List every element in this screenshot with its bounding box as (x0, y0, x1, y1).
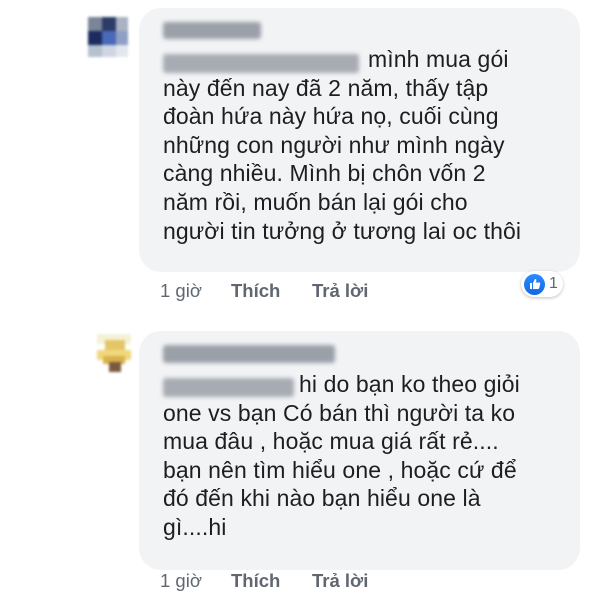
comment-bubble: hi do bạn ko theo giỏi one vs bạn Có bán… (139, 331, 580, 570)
comment-line: những con người như mình ngày (163, 131, 505, 158)
comment-line: đó đến khi nào bạn hiểu one là (163, 485, 481, 512)
commenter-name-blurred[interactable] (163, 22, 261, 39)
comment-line: càng nhiều. Mình bị chôn vốn 2 (163, 160, 486, 187)
commenter-avatar[interactable] (88, 17, 128, 57)
comment-line: hi do bạn ko theo giỏi (299, 371, 520, 397)
comment-line: đoàn hứa này hứa nọ, cuối cùng (163, 103, 499, 130)
comment-line: one vs bạn Có bán thì người ta ko (163, 399, 516, 426)
comment-timestamp[interactable]: 1 giờ (160, 280, 202, 302)
comment-bubble: mình mua gói này đến nay đã 2 năm, thấy … (139, 8, 580, 272)
comment-line: gì....hi (163, 513, 227, 540)
comment-line: bạn nên tìm hiểu one , hoặc cứ để (163, 456, 517, 483)
commenter-avatar[interactable] (97, 334, 131, 372)
comment-line: người tin tưởng ở tương lai oc thôi (163, 217, 522, 244)
comment-2: hi do bạn ko theo giỏi one vs bạn Có bán… (0, 310, 591, 599)
reply-button[interactable]: Trả lời (312, 570, 368, 592)
like-button[interactable]: Thích (231, 280, 280, 302)
comment-timestamp[interactable]: 1 giờ (160, 570, 202, 592)
comment-actions: 1 giờ Thích Trả lời (0, 570, 591, 594)
commenter-name-blurred[interactable] (163, 345, 335, 363)
comment-text: mình mua gói này đến nay đã 2 năm, thấy … (163, 45, 573, 245)
reply-button[interactable]: Trả lời (312, 280, 368, 302)
comment-actions: 1 giờ Thích Trả lời (0, 280, 591, 304)
like-button[interactable]: Thích (231, 570, 280, 592)
comment-line: này đến nay đã 2 năm, thấy tập (163, 74, 489, 101)
comment-line: năm rồi, muốn bán lại gói cho (163, 188, 468, 215)
comment-line: mua đâu , hoặc mua giá rất rẻ.... (163, 428, 499, 455)
comment-text: hi do bạn ko theo giỏi one vs bạn Có bán… (163, 370, 573, 542)
comment-line: mình mua gói (368, 46, 509, 72)
comment-1: mình mua gói này đến nay đã 2 năm, thấy … (0, 0, 591, 310)
